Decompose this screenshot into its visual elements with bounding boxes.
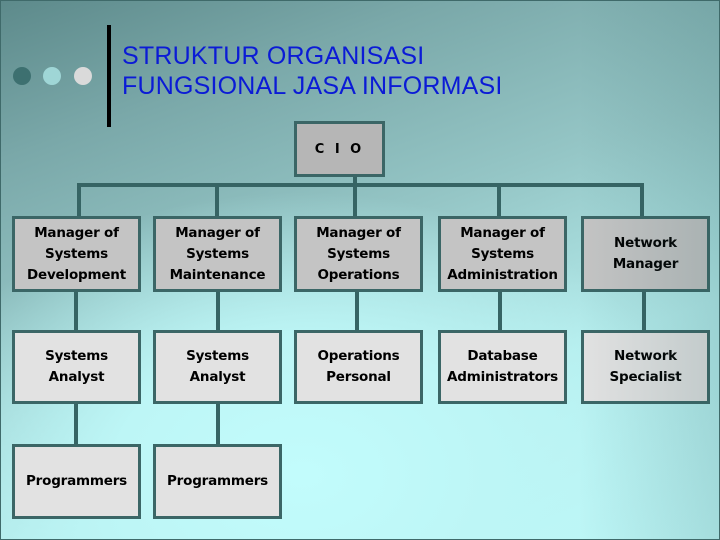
org-node-manager-systems-administration[interactable]: Manager of Systems Administration	[438, 216, 567, 292]
org-node-label: Network Manager	[612, 235, 679, 272]
connector-mgr-staff-3	[355, 290, 359, 332]
org-node-manager-systems-development[interactable]: Manager of Systems Development	[12, 216, 141, 292]
org-node-label: C I O	[314, 141, 365, 157]
connector-bus	[77, 183, 644, 187]
title-divider	[107, 25, 111, 127]
org-node-label: Programmers	[25, 473, 128, 489]
org-node-label: Manager of Systems Maintenance	[169, 224, 266, 283]
org-node-label: Manager of Systems Administration	[447, 224, 558, 283]
bullet-dot-gray-icon	[74, 67, 92, 85]
org-node-manager-systems-maintenance[interactable]: Manager of Systems Maintenance	[153, 216, 282, 292]
org-node-label: Systems Analyst	[186, 348, 249, 385]
title-line-1: STRUKTUR ORGANISASI	[122, 42, 425, 70]
org-node-operations-personal[interactable]: Operations Personal	[294, 330, 423, 404]
connector-mgr-staff-5	[642, 290, 646, 332]
org-node-programmers-2[interactable]: Programmers	[153, 444, 282, 519]
org-node-label: Programmers	[166, 473, 269, 489]
org-node-label: Network Specialist	[609, 348, 682, 385]
org-node-database-administrators[interactable]: Database Administrators	[438, 330, 567, 404]
connector-mgr-staff-1	[74, 290, 78, 332]
slide-title: STRUKTUR ORGANISASI FUNGSIONAL JASA INFO…	[122, 41, 503, 101]
org-node-cio[interactable]: C I O	[294, 121, 385, 177]
bullet-dot-light-icon	[43, 67, 61, 85]
connector-mgr-staff-2	[216, 290, 220, 332]
connector-bus-drop-1	[77, 183, 81, 219]
org-node-systems-analyst-2[interactable]: Systems Analyst	[153, 330, 282, 404]
org-node-label: Operations Personal	[317, 348, 400, 385]
org-node-manager-systems-operations[interactable]: Manager of Systems Operations	[294, 216, 423, 292]
org-node-label: Manager of Systems Development	[27, 224, 126, 283]
org-node-network-specialist[interactable]: Network Specialist	[581, 330, 710, 404]
connector-staff-prog-1	[74, 402, 78, 446]
bullet-dot-dark-icon	[13, 67, 31, 85]
org-node-label: Database Administrators	[447, 348, 558, 385]
org-node-systems-analyst-1[interactable]: Systems Analyst	[12, 330, 141, 404]
title-line-2: FUNGSIONAL JASA INFORMASI	[122, 72, 503, 100]
connector-bus-drop-5	[640, 183, 644, 219]
org-node-network-manager[interactable]: Network Manager	[581, 216, 710, 292]
org-node-programmers-1[interactable]: Programmers	[12, 444, 141, 519]
connector-bus-drop-2	[215, 183, 219, 219]
org-node-label: Manager of Systems Operations	[316, 224, 401, 283]
org-node-label: Systems Analyst	[45, 348, 108, 385]
connector-staff-prog-2	[216, 402, 220, 446]
slide: STRUKTUR ORGANISASI FUNGSIONAL JASA INFO…	[0, 0, 720, 540]
connector-mgr-staff-4	[498, 290, 502, 332]
connector-bus-drop-4	[497, 183, 501, 219]
connector-bus-drop-3	[353, 183, 357, 219]
